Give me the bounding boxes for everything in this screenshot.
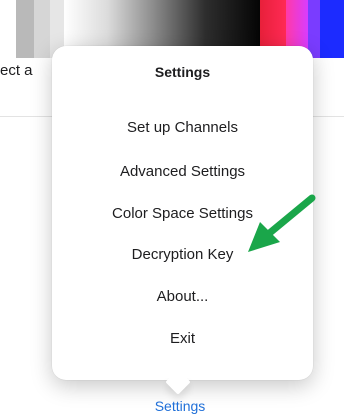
swatch-grey-mid	[34, 0, 50, 58]
swatch-blue	[320, 0, 344, 58]
menu-item-set-up-channels[interactable]: Set up Channels	[52, 114, 313, 142]
swatch-violet	[308, 0, 320, 58]
popover-pointer-join	[160, 362, 196, 378]
swatch-grey-dark	[16, 0, 34, 58]
popover-title: Settings	[154, 64, 211, 80]
menu-item-exit[interactable]: Exit	[52, 325, 313, 353]
menu-item-about[interactable]: About...	[52, 283, 313, 311]
menu-item-advanced-settings[interactable]: Advanced Settings	[52, 158, 313, 186]
settings-button[interactable]: Settings	[130, 398, 230, 414]
background-partial-label: ect a	[0, 62, 33, 79]
swatch-white	[0, 0, 16, 58]
green-arrow-icon	[248, 194, 316, 252]
